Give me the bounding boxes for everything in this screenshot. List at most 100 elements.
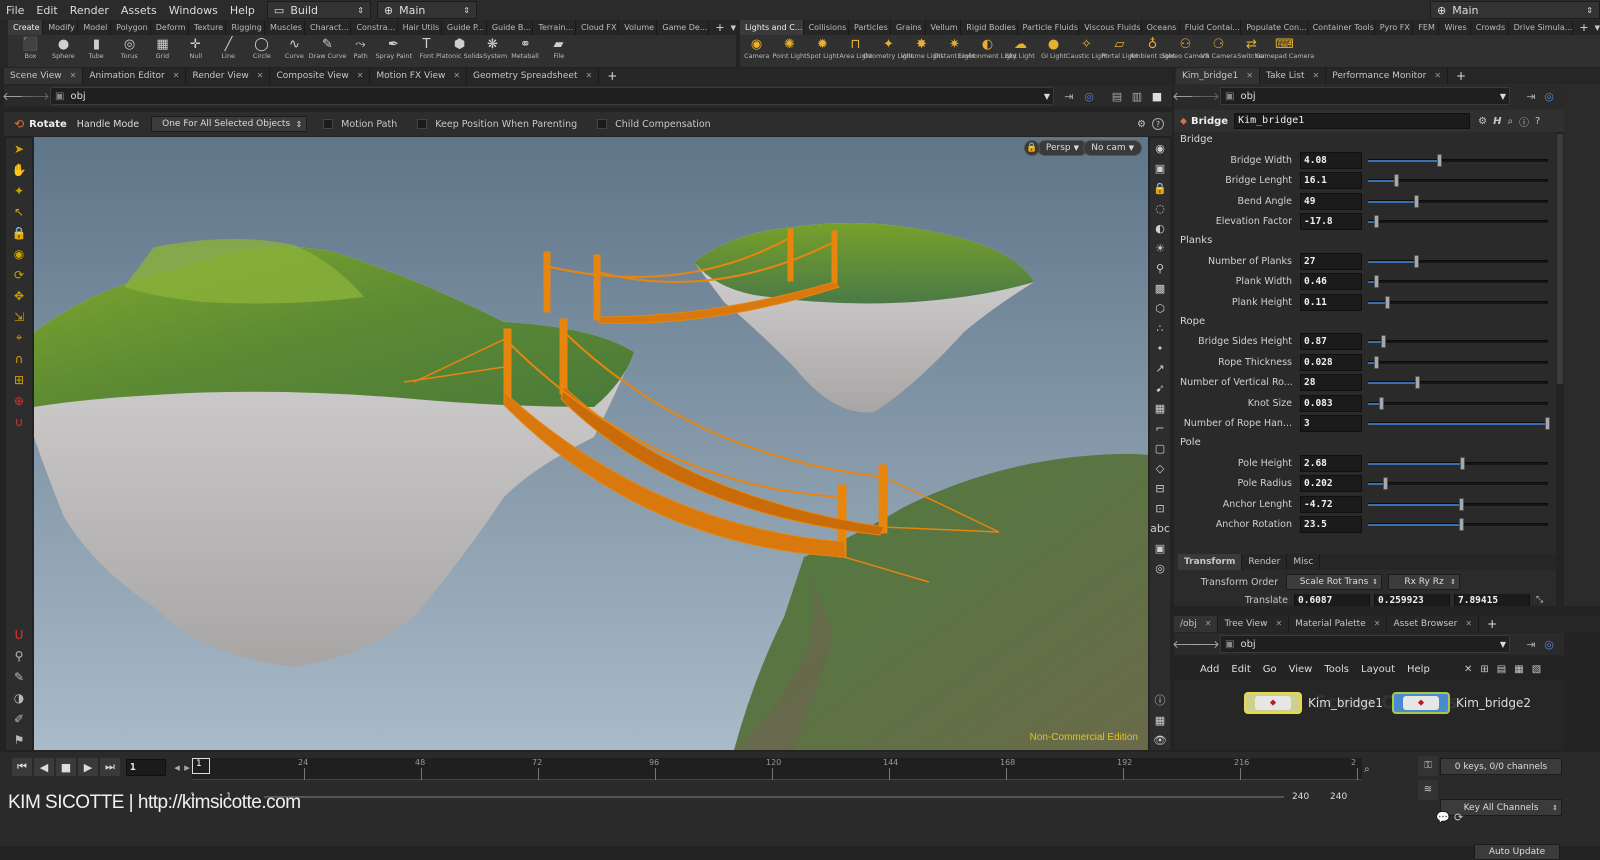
parm-value-field[interactable]: 3 [1300,415,1362,432]
parm-slider[interactable] [1368,396,1548,410]
shelf-tab[interactable]: Fluid Contai... [1180,20,1242,35]
shelf-tool-gamepad-camera[interactable]: ⌨ Gamepad Camera [1255,35,1314,67]
scene-viewport[interactable]: Non-Commercial Edition Persp ▼ No cam ▼ 🔒 [34,137,1148,750]
parm-value-field[interactable]: -17.8 [1300,213,1362,230]
persp-menu[interactable]: Persp ▼ [1036,140,1088,156]
shelf-tab[interactable]: Pyro FX [1375,20,1414,35]
menu-assets[interactable]: Assets [115,4,163,17]
wrench-icon[interactable]: ✕ [1464,664,1472,675]
shelf-tab[interactable]: Rigging [226,20,266,35]
shelf-tab[interactable]: Viscous Fluids [1079,20,1142,35]
parm-slider[interactable] [1368,417,1550,430]
slider-knob[interactable] [1458,518,1464,531]
jump-end-icon[interactable]: ⏭ [100,758,120,776]
shelf-tab[interactable]: Texture [189,20,227,35]
visibility-icon[interactable]: 👁 [1151,730,1169,750]
pane-tab[interactable]: Scene View ✕ [4,68,84,84]
shelf-set-selector[interactable]: ⊕ Main ⇕ [376,1,477,19]
abc-icon[interactable]: abc [1150,518,1170,538]
close-icon[interactable]: ✕ [173,68,180,84]
menu-edit[interactable]: Edit [30,4,63,17]
add-pane-tab-icon[interactable]: + [599,69,625,83]
node-tile[interactable]: ⬥ [1392,692,1450,714]
close-icon[interactable]: ✕ [1246,68,1253,84]
light-icon[interactable]: ☀ [1151,238,1169,258]
parm-value-field[interactable]: 28 [1300,374,1362,391]
shelf-tab[interactable]: Game De... [657,20,710,35]
link-icon[interactable]: ◎ [1542,637,1556,651]
slider-knob[interactable] [1374,355,1379,369]
shelf-tab[interactable]: Charact... [305,20,352,35]
list-view-icon[interactable]: ▤ [1497,664,1506,675]
search-icon[interactable]: ⌕ [1507,116,1513,127]
camera-menu[interactable]: No cam ▼ [1083,140,1142,156]
pin-icon[interactable]: ⇥ [1524,89,1538,103]
shelf-tool-platonic-solids[interactable]: ⬢ Platonic Solids [436,35,483,67]
snapshot-icon[interactable]: ▥ [1130,89,1144,103]
shelf-tab[interactable]: Hair Utils [398,20,442,35]
translate-x[interactable]: 0.6087 [1294,594,1370,606]
section-heading-rope[interactable]: Rope [1180,316,1205,327]
parm-slider[interactable] [1368,355,1548,369]
parm-slider[interactable] [1368,215,1548,228]
snap-icon[interactable]: ⌖ [8,327,30,348]
slider-knob[interactable] [1458,497,1464,511]
parm-slider[interactable] [1368,174,1548,187]
parm-slider[interactable] [1368,275,1548,288]
wireframe-icon[interactable]: ⬡ [1151,298,1169,318]
stop-icon[interactable]: ■ [56,758,76,776]
prim-icon[interactable]: ◇ [1151,458,1169,478]
slider-knob[interactable] [1460,456,1466,470]
slider-knob[interactable] [1393,174,1399,187]
eye-icon[interactable]: ◉ [1151,138,1169,158]
chevron-down-icon[interactable]: ▼ [1595,24,1600,32]
shelf-tool-box[interactable]: ⬛ Box [14,35,47,67]
parm-value-field[interactable]: 49 [1300,192,1362,210]
current-frame-field[interactable]: 1 [126,759,166,776]
pane-tab[interactable]: Kim_bridge1 ✕ [1176,68,1260,84]
parm-slider[interactable] [1368,254,1548,268]
transform-tab-transform[interactable]: Transform [1178,554,1243,570]
shelf-tool-sphere[interactable]: ● Sphere [47,35,80,67]
pane-tab[interactable]: Performance Monitor ✕ [1326,68,1449,84]
shelf-tool-geometry-light[interactable]: ✦ Geometry Light [863,35,913,67]
parm-slider[interactable] [1368,376,1548,389]
maximize-icon[interactable]: ■ [1150,89,1164,103]
forward-arrow-icon[interactable]: 🡒 [1190,637,1220,651]
grid-snap-icon[interactable]: ⊞ [8,369,30,390]
slider-knob[interactable] [1381,335,1387,348]
parm-value-field[interactable]: 27 [1300,252,1362,270]
shelf-tool-null[interactable]: ✛ Null [179,35,212,67]
node-kim-bridge1[interactable]: ⬥ Kim_bridge1 [1244,692,1383,714]
transform-icon[interactable]: ✥ [8,285,30,306]
chevron-down-icon[interactable]: ▼ [731,24,736,32]
shelf-tab[interactable]: Modify [43,20,79,35]
shelf-tool-camera[interactable]: ◉ Camera [740,35,773,67]
parm-value-field[interactable]: 16.1 [1300,172,1362,189]
lock-camera-icon[interactable]: 🔒 [1024,140,1040,156]
shelf-tool-circle[interactable]: ◯ Circle [245,35,278,67]
shelf-tab[interactable]: Container Tools [1308,20,1375,35]
transform-tab-render[interactable]: Render [1242,554,1288,570]
slider-knob[interactable] [1379,396,1385,410]
keyframe-icon[interactable]: ≋ [1418,780,1438,800]
shelf-tool-sky-light[interactable]: ☁ Sky Light [1004,35,1037,67]
keep-position-checkbox[interactable] [417,119,428,129]
auto-update-dropdown[interactable]: Auto Update [1474,844,1560,860]
close-icon[interactable]: ✕ [357,68,364,84]
parm-value-field[interactable]: 0.46 [1300,273,1362,290]
end-frame-field[interactable]: 240 [1292,792,1330,802]
shelf-tab[interactable]: Constra... [351,20,398,35]
play-icon[interactable]: ▶ [78,758,98,776]
parm-slider[interactable] [1368,456,1548,470]
edge-icon[interactable]: ⌐ [1151,418,1169,438]
transform-order-dropdown[interactable]: Scale Rot Trans ⇕ [1286,574,1382,590]
view-layout-icon[interactable]: ▤ [1110,89,1124,103]
parm-slider[interactable] [1368,194,1548,208]
shelf-tab[interactable]: Crowds [1471,20,1509,35]
shelf-tool-ambient-light[interactable]: ♁ Ambient Light [1130,35,1175,67]
play-reverse-icon[interactable]: ◀ [34,758,54,776]
menu-help[interactable]: Help [224,4,261,17]
close-icon[interactable]: ✕ [585,68,592,84]
help-icon[interactable]: ? [1152,118,1164,130]
